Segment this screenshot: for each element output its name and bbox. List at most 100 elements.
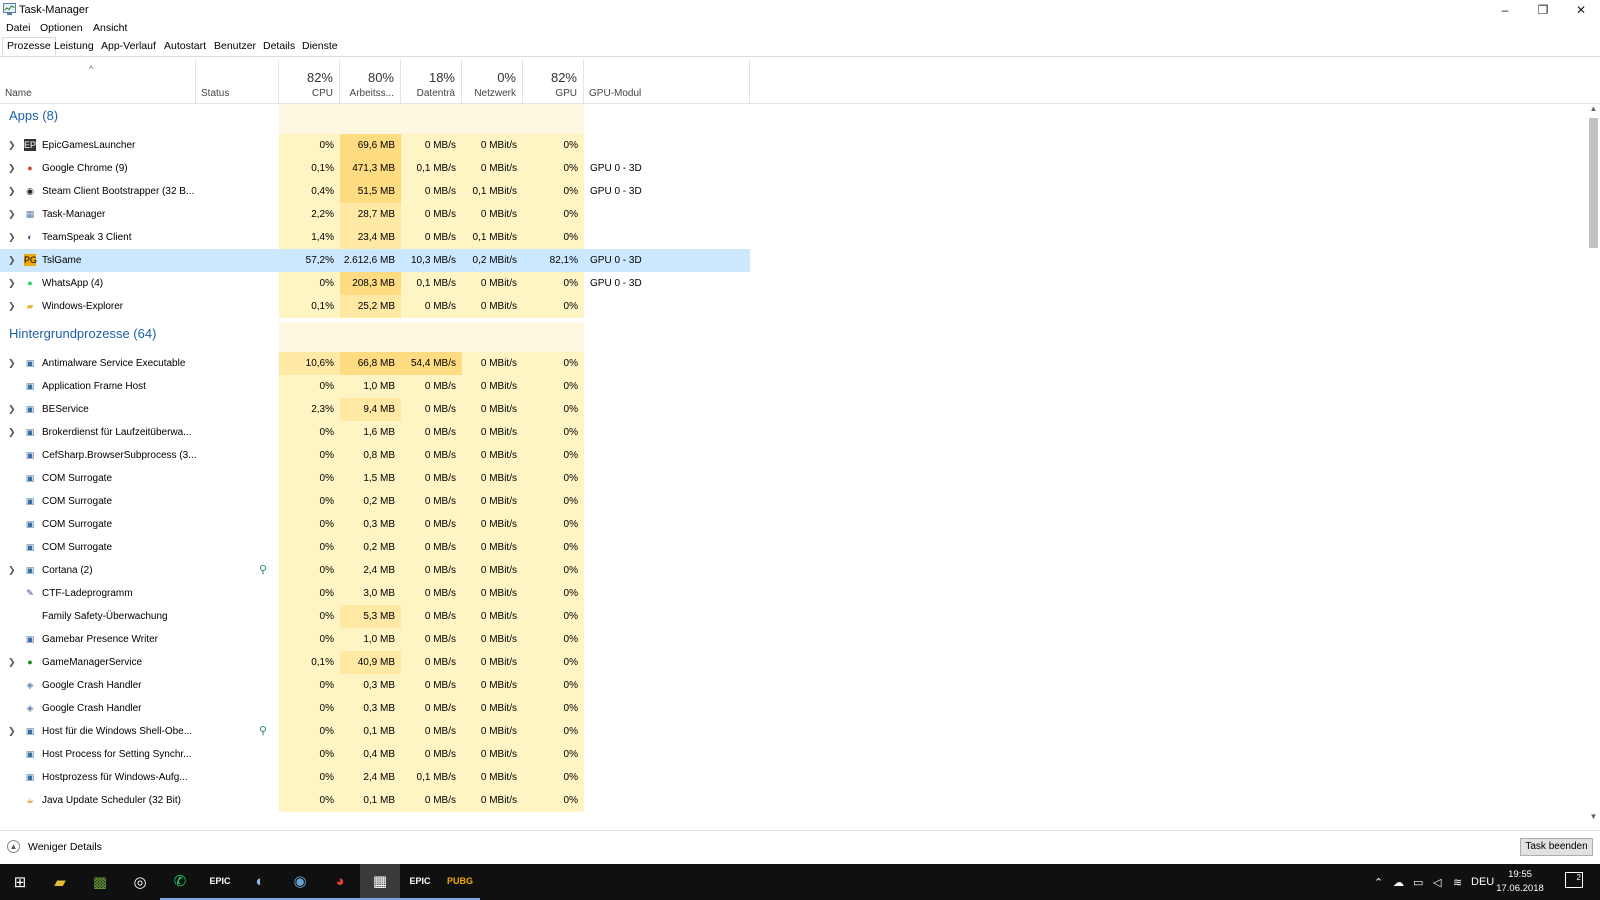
expand-chevron-icon[interactable]: ❯ (8, 427, 16, 438)
process-row[interactable]: ❯ ● WhatsApp (4) 0% 208,3 MB 0,1 MB/s 0 MBit/s… (0, 272, 750, 295)
process-row[interactable]: ❯ ● Google Chrome (9) 0,1% 471,3 MB 0,1 MB/s 0… (0, 157, 750, 180)
process-row[interactable]: ◈ Google Crash Handler 0% 0,3 MB 0 MB/s 0 MBi… (0, 697, 750, 720)
process-row[interactable]: ❯ ▣ BEService 2,3% 9,4 MB 0 MB/s 0 MBit/s 0% (0, 398, 750, 421)
process-row[interactable]: ☕ Java Update Scheduler (32 Bit) 0% 0,1 MB 0… (0, 789, 750, 812)
process-net: 0 MBit/s (462, 720, 523, 743)
expand-chevron-icon[interactable]: ❯ (8, 301, 16, 312)
process-row[interactable]: ❯ EP EpicGamesLauncher 0% 69,6 MB 0 MB/s 0 MBi… (0, 134, 750, 157)
process-disk: 0 MB/s (401, 226, 462, 249)
taskbar-button-steam[interactable]: ◉ (280, 864, 320, 900)
process-row[interactable]: ▣ COM Surrogate 0% 1,5 MB 0 MB/s 0 MBit/s 0% (0, 467, 750, 490)
column-memory[interactable]: 80% Arbeitss... (340, 60, 401, 103)
expand-chevron-icon[interactable]: ❯ (8, 404, 16, 415)
notification-center-icon[interactable]: 2 (1565, 872, 1583, 888)
process-row[interactable]: ▣ Hostprozess für Windows-Aufg... 0% 2,4 MB… (0, 766, 750, 789)
taskbar-button-minecraft[interactable]: ▩ (80, 864, 120, 900)
process-row[interactable]: ▣ Gamebar Presence Writer 0% 1,0 MB 0 MB/s 0 … (0, 628, 750, 651)
process-row[interactable]: ❯ ▣ Host für die Windows Shell-Obe... ⚲ 0% 0,… (0, 720, 750, 743)
tab-app-verlauf[interactable]: App-Verlauf (97, 38, 160, 55)
menu-datei[interactable]: Datei (6, 22, 31, 34)
taskbar-button-teamspeak[interactable]: ◐ (240, 864, 280, 900)
column-status-label: Status (201, 88, 230, 99)
vertical-scrollbar[interactable]: ▲ ▼ (1587, 104, 1600, 824)
process-row[interactable]: ▣ Application Frame Host 0% 1,0 MB 0 MB/s 0 M… (0, 375, 750, 398)
scroll-thumb[interactable] (1589, 118, 1598, 248)
taskbar-button-origin[interactable]: ◎ (120, 864, 160, 900)
tab-leistung[interactable]: Leistung (50, 38, 98, 55)
expand-chevron-icon[interactable]: ❯ (8, 209, 16, 220)
close-button[interactable]: ✕ (1562, 0, 1600, 19)
process-row[interactable]: ✎ CTF-Ladeprogramm 0% 3,0 MB 0 MB/s 0 MBit/s 0… (0, 582, 750, 605)
expand-chevron-icon[interactable]: ❯ (8, 140, 16, 151)
process-row[interactable]: Family Safety-Überwachung 0% 5,3 MB 0 MB/s 0… (0, 605, 750, 628)
process-row[interactable]: ❯ ◉ Steam Client Bootstrapper (32 B... 0,4%… (0, 180, 750, 203)
process-row[interactable]: ▣ CefSharp.BrowserSubprocess (3... 0% 0,8 M… (0, 444, 750, 467)
tray-wifi-icon[interactable]: ≋ (1453, 876, 1462, 889)
tray-cloud-icon[interactable]: ☁ (1393, 876, 1404, 889)
menu-ansicht[interactable]: Ansicht (93, 22, 127, 34)
process-disk: 0 MB/s (401, 398, 462, 421)
column-network[interactable]: 0% Netzwerk (462, 60, 523, 103)
column-disk[interactable]: 18% Datenträ (401, 60, 462, 103)
tray-overflow-chevron-icon[interactable]: ⌃ (1374, 876, 1383, 889)
restore-button[interactable]: ❐ (1524, 0, 1562, 19)
suspended-leaf-icon: ⚲ (259, 564, 268, 576)
process-row[interactable]: ▣ Host Process for Setting Synchr... 0% 0,4… (0, 743, 750, 766)
taskbar-button-windows-start[interactable]: ⊞ (0, 864, 40, 900)
expand-chevron-icon[interactable]: ❯ (8, 726, 16, 737)
process-row[interactable]: ❯ ● GameManagerService 0,1% 40,9 MB 0 MB/s 0 M… (0, 651, 750, 674)
scroll-down-icon[interactable]: ▼ (1587, 812, 1600, 824)
menu-optionen[interactable]: Optionen (40, 22, 83, 34)
process-row[interactable]: ❯ ▰ Windows-Explorer 0,1% 25,2 MB 0 MB/s 0 MBi… (0, 295, 750, 318)
minimize-button[interactable]: – (1486, 0, 1524, 19)
expand-chevron-icon[interactable]: ❯ (8, 255, 16, 266)
process-row[interactable]: ❯ PG TslGame 57,2% 2.612,6 MB 10,3 MB/s 0,2 MB… (0, 249, 750, 272)
process-row[interactable]: ▣ COM Surrogate 0% 0,2 MB 0 MB/s 0 MBit/s 0% (0, 536, 750, 559)
column-gpu[interactable]: 82% GPU (523, 60, 584, 103)
process-gpu-engine: GPU 0 - 3D (590, 278, 642, 289)
column-cpu[interactable]: 82% CPU (279, 60, 340, 103)
process-row[interactable]: ❯ ◐ TeamSpeak 3 Client 1,4% 23,4 MB 0 MB/s 0,1… (0, 226, 750, 249)
taskbar-button-epic-games[interactable]: EPIC (400, 864, 440, 900)
process-row[interactable]: ❯ ▣ Brokerdienst für Laufzeitüberwa... 0% 1,… (0, 421, 750, 444)
process-row[interactable]: ▣ COM Surrogate 0% 0,2 MB 0 MB/s 0 MBit/s 0% (0, 490, 750, 513)
tray-language[interactable]: DEU (1471, 876, 1494, 888)
taskbar-button-whatsapp[interactable]: ✆ (160, 864, 200, 900)
expand-chevron-icon[interactable]: ❯ (8, 358, 16, 369)
expand-chevron-icon[interactable]: ❯ (8, 186, 16, 197)
column-name[interactable]: ^ Name (0, 60, 196, 103)
tray-clock[interactable]: 19:55 17.06.2018 (1495, 868, 1545, 896)
process-row[interactable]: ❯ ▣ Cortana (2) ⚲ 0% 2,4 MB 0 MB/s 0 MBit/s 0% (0, 559, 750, 582)
column-gpu-engine[interactable]: GPU-Modul (584, 60, 750, 103)
process-icon: ▣ (24, 564, 36, 576)
process-net: 0,2 MBit/s (472, 255, 517, 266)
expand-chevron-icon[interactable]: ❯ (8, 232, 16, 243)
process-row[interactable]: ❯ ▣ Antimalware Service Executable 10,6% 66,… (0, 352, 750, 375)
expand-chevron-icon[interactable]: ❯ (8, 278, 16, 289)
taskbar-button-file-explorer[interactable]: ▰ (40, 864, 80, 900)
column-status[interactable]: Status (196, 60, 279, 103)
end-task-button[interactable]: Task beenden (1520, 838, 1593, 856)
tab-autostart[interactable]: Autostart (160, 38, 210, 55)
tab-details[interactable]: Details (259, 38, 299, 55)
tab-dienste[interactable]: Dienste (298, 38, 342, 55)
tab-prozesse[interactable]: Prozesse (2, 37, 56, 56)
expand-chevron-icon[interactable]: ❯ (8, 565, 16, 576)
tab-benutzer[interactable]: Benutzer (210, 38, 260, 55)
taskbar-button-chrome[interactable]: ◕ (320, 864, 360, 900)
expand-chevron-icon[interactable]: ❯ (8, 163, 16, 174)
process-row[interactable]: ▣ COM Surrogate 0% 0,3 MB 0 MB/s 0 MBit/s 0% (0, 513, 750, 536)
process-row[interactable]: ◈ Google Crash Handler 0% 0,3 MB 0 MB/s 0 MBi… (0, 674, 750, 697)
title-bar: Task-Manager – ❐ ✕ (0, 0, 1600, 19)
clock-date: 17.06.2018 (1496, 883, 1544, 894)
tray-network-icon[interactable]: ▭ (1413, 876, 1423, 889)
taskbar-button-pubg[interactable]: PUBG (440, 864, 480, 900)
taskbar-button-epic-games[interactable]: EPIC (200, 864, 240, 900)
process-row[interactable]: ❯ ▦ Task-Manager 2,2% 28,7 MB 0 MB/s 0 MBit/s 0… (0, 203, 750, 226)
taskbar-button-task-manager[interactable]: ▦ (360, 864, 400, 900)
scroll-up-icon[interactable]: ▲ (1587, 104, 1600, 116)
tray-volume-icon[interactable]: ◁ (1433, 876, 1441, 889)
process-mem: 9,4 MB (340, 398, 401, 421)
process-name: COM Surrogate (42, 496, 113, 507)
expand-chevron-icon[interactable]: ❯ (8, 657, 16, 668)
